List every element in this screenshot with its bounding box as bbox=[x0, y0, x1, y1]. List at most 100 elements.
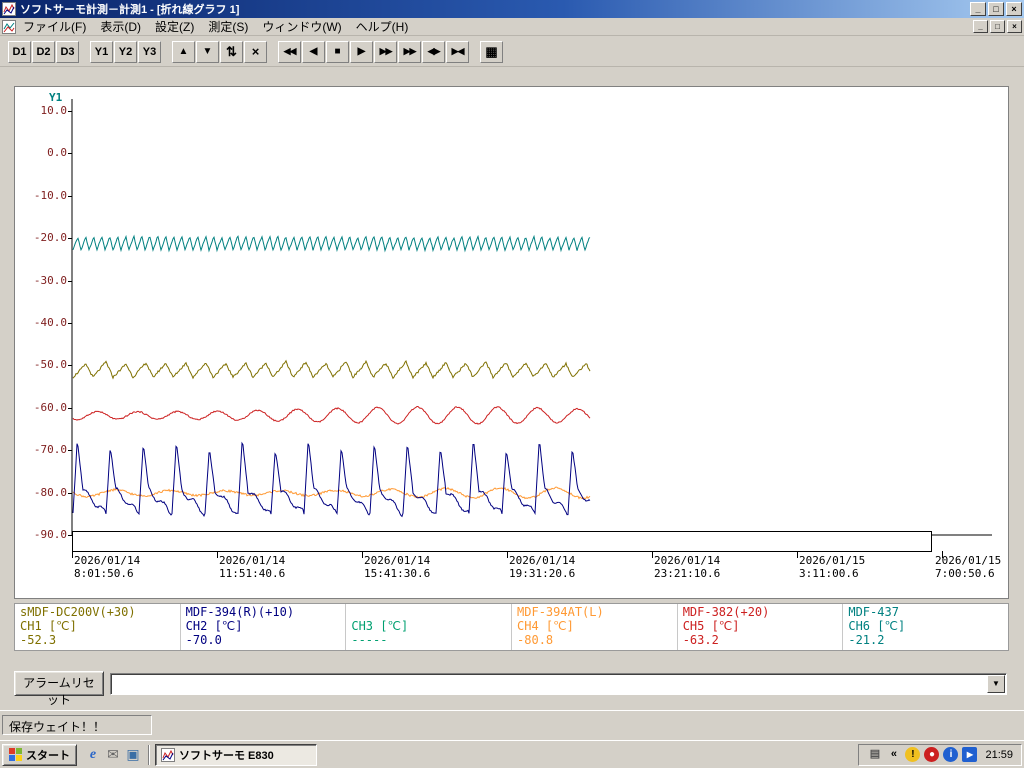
y-axis-2-button[interactable]: Y2 bbox=[114, 41, 137, 63]
legend-ch5: MDF-382(+20)CH5 [℃]-63.2 bbox=[678, 604, 844, 650]
step-back-icon: ◀ bbox=[310, 46, 318, 57]
time-range-box bbox=[73, 532, 932, 552]
display-2-button[interactable]: D2 bbox=[32, 41, 55, 63]
alarm-icon[interactable]: ● bbox=[924, 747, 939, 762]
y-tick-label: -10.0 bbox=[23, 189, 67, 202]
x-tick-time: 3:11:00.6 bbox=[799, 567, 859, 580]
legend-ch3: CH3 [℃]----- bbox=[346, 604, 512, 650]
step-forward-icon: ▶ bbox=[358, 46, 366, 57]
time-compress-button[interactable]: ▶◀ bbox=[446, 41, 469, 63]
close-button[interactable]: × bbox=[1006, 2, 1022, 16]
start-button[interactable]: スタート bbox=[2, 744, 77, 766]
stop-icon: ■ bbox=[334, 46, 340, 57]
quick-launch-bar: e✉▣ bbox=[83, 745, 143, 765]
scroll-fast-forward-button[interactable]: ▶▶ bbox=[374, 41, 397, 63]
scale-up-button[interactable]: ▲ bbox=[172, 41, 195, 63]
menu-item-view[interactable]: 表示(D) bbox=[93, 17, 148, 36]
y-axis-3-button[interactable]: Y3 bbox=[138, 41, 161, 63]
child-minimize-button[interactable]: _ bbox=[973, 20, 988, 33]
graph-settings-button[interactable]: ▦ bbox=[480, 41, 503, 63]
x-tick-date: 2026/01/14 bbox=[509, 554, 575, 567]
chart-panel: Y1 10.00.0-10.0-20.0-30.0-40.0-50.0-60.0… bbox=[14, 86, 1009, 599]
scroll-to-end-button[interactable]: ▶▶ bbox=[398, 41, 421, 63]
y-tick-label: -30.0 bbox=[23, 274, 67, 287]
show-desktop-icon[interactable]: ▣ bbox=[123, 745, 143, 765]
time-expand-button[interactable]: ◀▶ bbox=[422, 41, 445, 63]
legend-sensor-name bbox=[351, 605, 506, 619]
taskbar: スタート e✉▣ ソフトサーモ E830 ▤ «! ● i ▶ 21:59 bbox=[0, 740, 1024, 768]
menu-item-window[interactable]: ウィンドウ(W) bbox=[255, 17, 348, 36]
window-title: ソフトサーモ計測－計測1 - [折れ線グラフ 1] bbox=[20, 1, 968, 17]
display-1-button[interactable]: D1 bbox=[8, 41, 31, 63]
internet-explorer-icon[interactable]: e bbox=[83, 745, 103, 765]
clock: 21:59 bbox=[985, 749, 1013, 761]
scale-auto-button[interactable]: ⇅ bbox=[220, 41, 243, 63]
x-tick-date: 2026/01/14 bbox=[364, 554, 430, 567]
menu-item-measure[interactable]: 測定(S) bbox=[201, 17, 255, 36]
x-tick-time: 8:01:50.6 bbox=[74, 567, 134, 580]
combobox-dropdown-icon[interactable]: ▼ bbox=[987, 675, 1005, 693]
scale-clear-button[interactable]: × bbox=[244, 41, 267, 63]
status-bar: 保存ウェイト！！ bbox=[0, 710, 1024, 740]
scale-down-button[interactable]: ▼ bbox=[196, 41, 219, 63]
scroll-forward-button[interactable]: ▶ bbox=[350, 41, 373, 63]
task-button[interactable]: ソフトサーモ E830 bbox=[155, 744, 317, 766]
legend-channel-label: CH1 [℃] bbox=[20, 619, 175, 633]
channel-legend: sMDF-DC200V(+30)CH1 [℃]-52.3 MDF-394(R)(+… bbox=[14, 603, 1009, 651]
series-ch1-line bbox=[73, 361, 590, 379]
scroll-rewind-button[interactable]: ◀◀ bbox=[278, 41, 301, 63]
legend-sensor-name: MDF-394(R)(+10) bbox=[186, 605, 341, 619]
keyboard-icon[interactable]: ▤ bbox=[867, 747, 882, 762]
legend-channel-label: CH4 [℃] bbox=[517, 619, 672, 633]
child-restore-button[interactable]: □ bbox=[990, 20, 1005, 33]
mail-icon[interactable]: ✉ bbox=[103, 745, 123, 765]
y-tick-label: -90.0 bbox=[23, 528, 67, 541]
series-ch2-line bbox=[73, 443, 590, 516]
compress-icon: ▶◀ bbox=[452, 46, 464, 57]
x-icon: × bbox=[252, 44, 260, 59]
display-3-button[interactable]: D3 bbox=[56, 41, 79, 63]
media-play-icon[interactable]: ▶ bbox=[962, 747, 977, 762]
scroll-stop-button[interactable]: ■ bbox=[326, 41, 349, 63]
x-tick-time: 7:00:50.6 bbox=[935, 567, 995, 580]
minimize-button[interactable]: _ bbox=[970, 2, 986, 16]
x-tick-time: 19:31:20.6 bbox=[509, 567, 575, 580]
child-close-button[interactable]: × bbox=[1007, 20, 1022, 33]
info-icon[interactable]: i bbox=[943, 747, 958, 762]
system-tray: ▤ «! ● i ▶ 21:59 bbox=[858, 744, 1022, 766]
y-axis-1-button[interactable]: Y1 bbox=[90, 41, 113, 63]
scroll-back-button[interactable]: ◀ bbox=[302, 41, 325, 63]
alarm-history-combobox[interactable]: ▼ bbox=[110, 673, 1007, 695]
application-window: ソフトサーモ計測－計測1 - [折れ線グラフ 1] _ □ × ファイル(F)表… bbox=[0, 0, 1024, 768]
menu-items: ファイル(F)表示(D)設定(Z)測定(S)ウィンドウ(W)ヘルプ(H) bbox=[16, 17, 415, 36]
legend-current-value: -80.8 bbox=[517, 633, 672, 647]
arrow-up-down-icon: ⇅ bbox=[226, 44, 237, 60]
warning-icon[interactable]: ! bbox=[905, 747, 920, 762]
child-window-icon bbox=[2, 20, 16, 34]
alarm-reset-button[interactable]: アラームリセット bbox=[14, 671, 104, 696]
x-tick-time: 23:21:10.6 bbox=[654, 567, 720, 580]
legend-ch4: MDF-394AT(L)CH4 [℃]-80.8 bbox=[512, 604, 678, 650]
toolbar-group-graph-tools: ▦ bbox=[480, 41, 504, 63]
menu-item-file[interactable]: ファイル(F) bbox=[16, 17, 93, 36]
x-tick-date: 2026/01/15 bbox=[799, 554, 865, 567]
fast-forward-icon: ▶▶ bbox=[380, 46, 392, 57]
legend-channel-label: CH3 [℃] bbox=[351, 619, 506, 633]
menu-item-settings[interactable]: 設定(Z) bbox=[148, 17, 201, 36]
maximize-button[interactable]: □ bbox=[988, 2, 1004, 16]
y-tick-label: -40.0 bbox=[23, 316, 67, 329]
legend-sensor-name: MDF-437 bbox=[848, 605, 1003, 619]
toolbar-group-display-select: D1D2D3 bbox=[8, 41, 80, 63]
collapse-chevron-icon[interactable]: « bbox=[886, 747, 901, 762]
menu-bar: ファイル(F)表示(D)設定(Z)測定(S)ウィンドウ(W)ヘルプ(H) _ □… bbox=[0, 18, 1024, 36]
legend-channel-label: CH6 [℃] bbox=[848, 619, 1003, 633]
arrow-up-icon: ▲ bbox=[179, 46, 189, 57]
legend-current-value: -21.2 bbox=[848, 633, 1003, 647]
legend-current-value: -63.2 bbox=[683, 633, 838, 647]
legend-sensor-name: sMDF-DC200V(+30) bbox=[20, 605, 175, 619]
y-tick-label: -70.0 bbox=[23, 443, 67, 456]
task-button-label: ソフトサーモ E830 bbox=[179, 747, 274, 763]
legend-current-value: -52.3 bbox=[20, 633, 175, 647]
toolbar: D1D2D3Y1Y2Y3▲▼⇅×◀◀◀■▶▶▶▶▶◀▶▶◀▦ bbox=[0, 37, 1024, 67]
menu-item-help[interactable]: ヘルプ(H) bbox=[349, 17, 416, 36]
